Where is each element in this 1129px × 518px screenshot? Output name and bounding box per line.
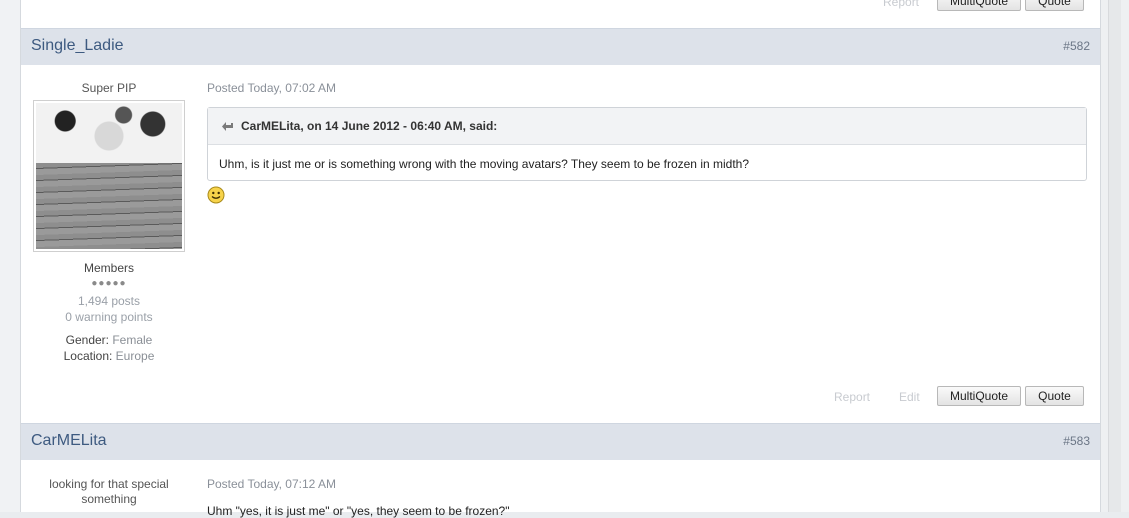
quote-text: Uhm, is it just me or is something wrong…	[219, 157, 750, 171]
quote-block: CarMELita, on 14 June 2012 - 06:40 AM, s…	[207, 107, 1087, 181]
post-date: Posted Today, 07:02 AM	[207, 81, 336, 95]
avatar[interactable]	[33, 100, 185, 252]
report-link[interactable]: Report	[834, 390, 870, 404]
author-name-link[interactable]: Single_Ladie	[31, 37, 124, 55]
location-label: Location:	[63, 349, 113, 363]
location-value: Europe	[115, 349, 155, 363]
post-header: CarMELita #583	[21, 423, 1100, 460]
gender-row: Gender: Female	[21, 332, 197, 348]
rank-pips: ●●●●●	[91, 278, 127, 289]
user-title: Super PIP	[81, 81, 137, 95]
gender-value: Female	[112, 333, 153, 347]
user-title: looking for that special	[49, 477, 169, 491]
author-info: Super PIP	[21, 81, 197, 95]
quote-button[interactable]: Quote	[1025, 386, 1084, 406]
post-number-link[interactable]: #583	[1063, 434, 1090, 448]
smiley-emoticon-icon	[207, 186, 225, 204]
member-group: Members	[83, 261, 134, 275]
post-date: Posted Today, 07:12 AM	[207, 477, 336, 491]
post-count[interactable]: 1,494 posts	[21, 293, 197, 309]
author-stats: Members ●●●●● 1,494 posts 0 warning poin…	[21, 261, 197, 364]
post-list: Report MultiQuote Quote Single_Ladie #58…	[20, 0, 1101, 518]
post-body-text: Uhm "yes, it is just me" or "yes, they s…	[207, 504, 510, 518]
multiquote-button[interactable]: MultiQuote	[937, 0, 1021, 11]
location-row: Location: Europe	[21, 348, 197, 364]
warning-points: 0 warning points	[65, 310, 153, 324]
post-header: Single_Ladie #582	[21, 28, 1100, 65]
quote-header: CarMELita, on 14 June 2012 - 06:40 AM, s…	[208, 108, 1086, 145]
gender-label: Gender:	[65, 333, 109, 347]
scrollbar-track[interactable]	[1108, 0, 1121, 512]
user-title: something	[81, 492, 137, 506]
author-info: looking for that special something	[21, 477, 197, 507]
edit-link[interactable]: Edit	[899, 390, 920, 404]
page-margin-left	[0, 0, 20, 512]
multiquote-button[interactable]: MultiQuote	[937, 386, 1021, 406]
quote-arrow-icon	[222, 122, 233, 131]
report-link[interactable]: Report	[883, 0, 919, 9]
author-name-link[interactable]: CarMELita	[31, 432, 107, 450]
quote-citation[interactable]: CarMELita, on 14 June 2012 - 06:40 AM, s…	[241, 119, 497, 133]
quote-button[interactable]: Quote	[1025, 0, 1084, 11]
post-number-link[interactable]: #582	[1063, 39, 1090, 53]
